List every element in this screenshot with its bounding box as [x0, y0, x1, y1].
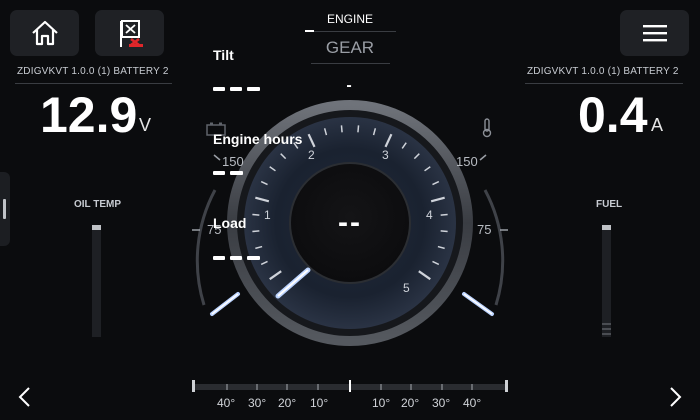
left-arc-label-150: 150 — [222, 154, 244, 169]
rpm-tick-1: 1 — [264, 208, 271, 222]
battery-voltage-value: 12.9 — [40, 87, 138, 143]
battery-voltage-unit: V — [139, 115, 152, 135]
trim-label-left-40: 40° — [217, 396, 236, 410]
dial-tick — [440, 230, 448, 233]
fuel-label: FUEL — [596, 199, 623, 210]
trim-scale — [192, 380, 508, 392]
dial-tick — [252, 213, 260, 216]
battery-current-value: 0.4 — [578, 87, 648, 143]
alarm-flag-icon — [119, 20, 143, 47]
engine-hours-dash — [213, 171, 225, 175]
gauge-center-value: -- — [338, 206, 362, 239]
trim-label-left-10: 10° — [310, 396, 329, 410]
next-page-button[interactable] — [662, 384, 688, 410]
chevron-right-icon — [670, 387, 682, 407]
left-edge-handle[interactable] — [0, 172, 10, 246]
left-source-label: ZDIGVKVT 1.0.0 (1) BATTERY 2 — [17, 66, 169, 77]
engine-title-dash — [305, 30, 314, 32]
gear-value: - — [346, 77, 352, 94]
dial-tick — [252, 230, 260, 233]
rpm-tick-4: 4 — [426, 208, 433, 222]
rpm-tick-2: 2 — [308, 148, 315, 162]
rpm-tick-3: 3 — [382, 148, 389, 162]
trim-label-left-30: 30° — [248, 396, 267, 410]
dial-tick — [357, 125, 360, 133]
chevron-left-icon — [18, 387, 30, 407]
tilt-value-dash — [213, 87, 225, 91]
right-arc-label-150: 150 — [456, 154, 478, 169]
right-source-label: ZDIGVKVT 1.0.0 (1) BATTERY 2 — [527, 66, 679, 77]
prev-page-button[interactable] — [12, 384, 38, 410]
tilt-label: Tilt — [213, 47, 234, 63]
oil-temp-label: OIL TEMP — [74, 199, 122, 210]
fuel-bar — [602, 225, 611, 337]
dial-tick — [340, 125, 343, 133]
rpm-tick-5: 5 — [403, 281, 410, 295]
load-label: Load — [213, 215, 247, 231]
trim-label-right-10: 10° — [372, 396, 391, 410]
engine-title: ENGINE — [326, 12, 373, 26]
engine-hours-label: Engine hours — [213, 131, 303, 147]
trim-label-left-20: 20° — [278, 396, 297, 410]
oil-temp-bar — [92, 225, 101, 337]
home-icon — [31, 20, 58, 46]
menu-button[interactable] — [620, 10, 689, 56]
alarm-button[interactable] — [95, 10, 164, 56]
home-button[interactable] — [10, 10, 79, 56]
gear-label: GEAR — [325, 38, 375, 57]
right-arc-label-75: 75 — [477, 222, 492, 237]
dial-tick — [440, 213, 448, 216]
trim-label-right-30: 30° — [432, 396, 451, 410]
thermometer-icon — [482, 118, 492, 138]
trim-label-right-20: 20° — [401, 396, 420, 410]
load-value-dash — [213, 256, 225, 260]
menu-icon — [642, 25, 667, 42]
battery-current-unit: A — [651, 115, 664, 135]
trim-label-right-40: 40° — [463, 396, 482, 410]
